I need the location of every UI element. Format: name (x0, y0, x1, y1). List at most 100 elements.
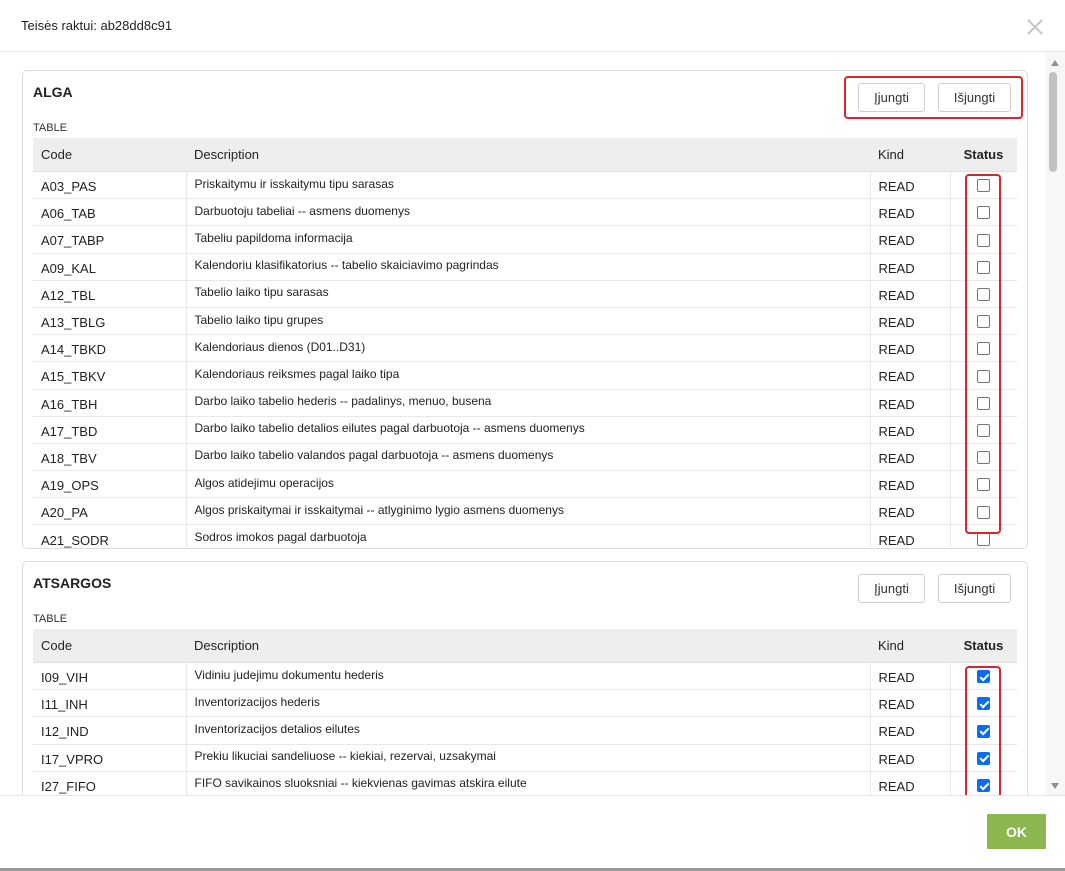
permissions-dialog: Teisės raktui: ab28dd8c91 ALGA Įjungti I… (0, 0, 1065, 868)
table-header-row: Code Description Kind Status (33, 138, 1017, 172)
row-kind: READ (869, 524, 950, 548)
object-type-label: TABLE (33, 613, 68, 625)
row-description: Tabeliu papildoma informacija (185, 225, 870, 254)
table-row: A21_SODR Sodros imokos pagal darbuotoja RE… (33, 524, 1017, 548)
status-checkbox[interactable] (977, 369, 991, 383)
object-type-label: TABLE (33, 122, 68, 134)
table-row: I17_VPRO Prekiu likuciai sandeliuose -- k… (33, 744, 1017, 772)
row-kind: READ (869, 771, 950, 795)
row-status (949, 497, 1017, 526)
row-description: Tabelio laiko tipu grupes (185, 307, 870, 336)
table-row: A09_KAL Kalendoriu klasifikatorius -- tab… (33, 253, 1017, 281)
status-checkbox[interactable] (977, 505, 991, 519)
row-code: I11_INH (33, 689, 186, 718)
enable-all-button[interactable]: Įjungti (858, 574, 925, 603)
dialog-body[interactable]: ALGA Įjungti Išjungti TABLE Code Descrip… (0, 53, 1046, 795)
status-checkbox[interactable] (977, 779, 991, 792)
row-code: A13_TBLG (33, 307, 186, 336)
row-kind: READ (869, 389, 950, 417)
row-status (949, 524, 1017, 548)
row-description: Darbo laiko tabelio hederis -- padalinys… (185, 389, 870, 417)
row-description: Vidiniu judejimu dokumentu hederis (185, 662, 870, 691)
status-checkbox[interactable] (977, 697, 991, 711)
enable-all-button[interactable]: Įjungti (858, 83, 925, 112)
row-code: A17_TBD (33, 416, 186, 444)
table-row: I27_FIFO FIFO savikainos sluoksniai -- ki… (33, 771, 1017, 795)
status-checkbox[interactable] (977, 179, 991, 193)
row-status (949, 334, 1017, 363)
status-checkbox[interactable] (977, 670, 991, 684)
status-checkbox[interactable] (977, 478, 991, 492)
status-checkbox[interactable] (977, 315, 991, 329)
row-code: A16_TBH (33, 389, 186, 417)
section-alga: ALGA Įjungti Išjungti TABLE Code Descrip… (22, 70, 1028, 549)
column-header-description: Description (186, 629, 870, 663)
row-kind: READ (869, 470, 950, 499)
row-description: Darbuotoju tabeliai -- asmens duomenys (185, 198, 870, 227)
table-row: I09_VIH Vidiniu judejimu dokumentu hederi… (33, 662, 1017, 691)
column-header-description: Description (186, 138, 870, 172)
row-kind: READ (869, 497, 950, 526)
row-description: Sodros imokos pagal darbuotoja (185, 524, 870, 548)
row-description: Darbo laiko tabelio valandos pagal darbu… (185, 443, 870, 472)
section-toggle-buttons: Įjungti Išjungti (844, 76, 1023, 119)
status-checkbox[interactable] (977, 342, 991, 356)
row-status (949, 662, 1017, 691)
permissions-table: Code Description Kind Status I09_VIH Vidi… (33, 629, 1017, 795)
table-row: A03_PAS Priskaitymu ir isskaitymu tipu sa… (33, 171, 1017, 200)
status-checkbox[interactable] (977, 288, 991, 301)
status-checkbox[interactable] (977, 751, 991, 765)
status-checkbox[interactable] (977, 724, 991, 738)
column-header-code: Code (33, 629, 186, 663)
dialog-footer: OK (0, 795, 1065, 868)
table-row: A13_TBLG Tabelio laiko tipu grupes READ (33, 307, 1017, 336)
section-title: ALGA (33, 84, 73, 100)
status-checkbox[interactable] (977, 206, 991, 220)
status-checkbox[interactable] (977, 396, 991, 410)
table-row: A07_TABP Tabeliu papildoma informacija REA… (33, 225, 1017, 254)
row-code: A20_PA (33, 497, 186, 526)
row-code: A19_OPS (33, 470, 186, 499)
scroll-thumb[interactable] (1049, 72, 1057, 172)
row-kind: READ (869, 334, 950, 363)
status-checkbox[interactable] (977, 532, 991, 546)
row-description: Tabelio laiko tipu sarasas (185, 280, 870, 308)
row-status (949, 416, 1017, 444)
ok-button[interactable]: OK (987, 814, 1046, 849)
status-checkbox[interactable] (977, 260, 991, 274)
table-row: A15_TBKV Kalendoriaus reiksmes pagal laik… (33, 361, 1017, 390)
row-description: Kalendoriaus reiksmes pagal laiko tipa (185, 361, 870, 390)
scroll-up-arrow-icon[interactable] (1051, 60, 1059, 66)
row-code: A06_TAB (33, 198, 186, 227)
row-status (949, 744, 1017, 772)
status-checkbox[interactable] (977, 451, 991, 465)
row-code: I09_VIH (33, 662, 186, 691)
row-code: A15_TBKV (33, 361, 186, 390)
row-status (949, 280, 1017, 308)
status-checkbox[interactable] (977, 233, 991, 247)
row-code: A09_KAL (33, 253, 186, 281)
row-kind: READ (869, 662, 950, 691)
row-status (949, 689, 1017, 718)
disable-all-button[interactable]: Išjungti (938, 574, 1011, 603)
row-description: Algos priskaitymai ir isskaitymai -- atl… (185, 497, 870, 526)
row-description: Algos atidejimu operacijos (185, 470, 870, 499)
row-kind: READ (869, 225, 950, 254)
row-kind: READ (869, 198, 950, 227)
column-header-kind: Kind (870, 138, 950, 172)
row-kind: READ (869, 307, 950, 336)
scroll-down-arrow-icon[interactable] (1051, 783, 1059, 789)
row-code: A14_TBKD (33, 334, 186, 363)
row-description: Darbo laiko tabelio detalios eilutes pag… (185, 416, 870, 444)
disable-all-button[interactable]: Išjungti (938, 83, 1011, 112)
close-icon[interactable] (1024, 16, 1046, 38)
vertical-scrollbar[interactable] (1046, 53, 1065, 795)
row-status (949, 198, 1017, 227)
status-checkbox[interactable] (977, 423, 991, 437)
row-code: I12_IND (33, 716, 186, 745)
table-row: A14_TBKD Kalendoriaus dienos (D01..D31) RE… (33, 334, 1017, 363)
row-kind: READ (869, 280, 950, 308)
row-status (949, 389, 1017, 417)
row-kind: READ (869, 443, 950, 472)
table-header-row: Code Description Kind Status (33, 629, 1017, 663)
